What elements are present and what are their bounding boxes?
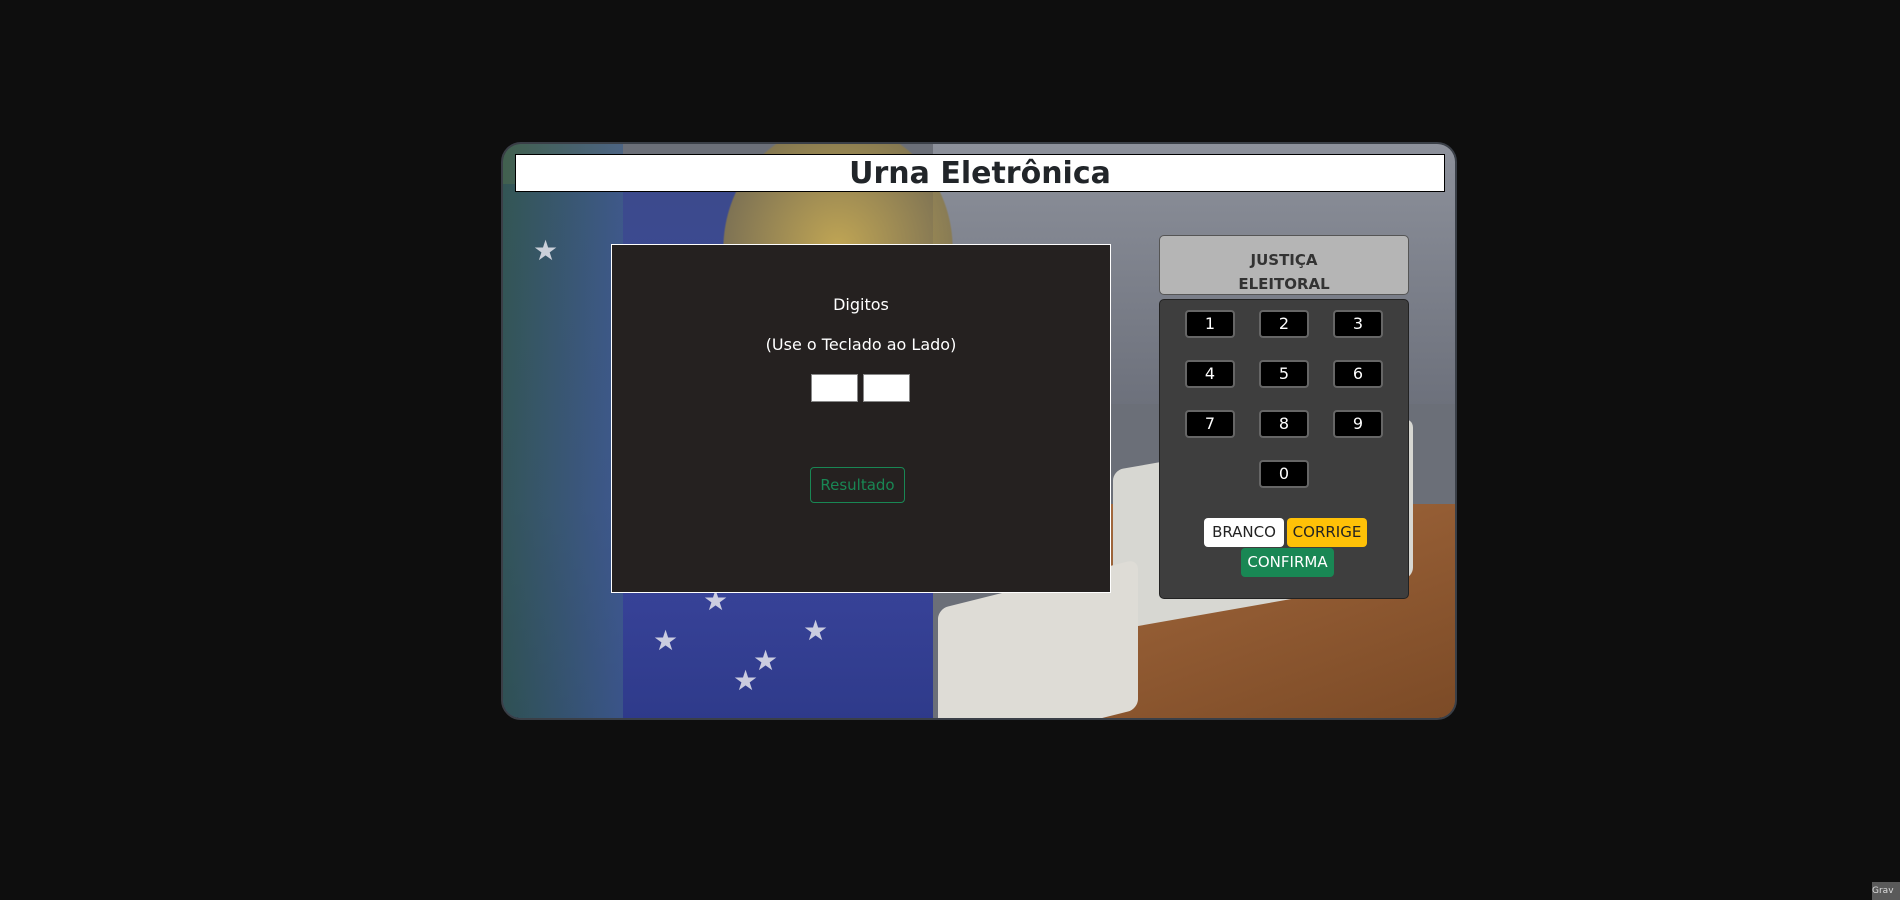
key-1[interactable]: 1 (1185, 310, 1235, 338)
digit-box-2[interactable] (863, 374, 910, 402)
key-6[interactable]: 6 (1333, 360, 1383, 388)
justica-line1: JUSTIÇA (1250, 251, 1318, 269)
key-8[interactable]: 8 (1259, 410, 1309, 438)
star-icon: ★ (733, 664, 759, 697)
key-5[interactable]: 5 (1259, 360, 1309, 388)
confirma-button[interactable]: CONFIRMA (1241, 548, 1334, 577)
justica-eleitoral-panel: JUSTIÇA ELEITORAL (1159, 235, 1409, 295)
page-title: Urna Eletrônica (515, 154, 1445, 192)
corner-overlay: Grav (1872, 882, 1900, 900)
justica-line2: ELEITORAL (1238, 275, 1330, 293)
digits-label: Digitos (833, 295, 889, 314)
voting-screen: Digitos (Use o Teclado ao Lado) Resultad… (611, 244, 1111, 593)
key-0[interactable]: 0 (1259, 460, 1309, 488)
key-3[interactable]: 3 (1333, 310, 1383, 338)
star-icon: ★ (803, 614, 829, 647)
keypad: 1 2 3 4 5 6 7 8 9 0 BRANCO CORRIGE CONFI… (1159, 299, 1409, 599)
voting-machine: ★ ★ ★ ★ ★ ★ ★ Urna Eletrônica Digitos (U… (501, 142, 1457, 720)
key-2[interactable]: 2 (1259, 310, 1309, 338)
key-4[interactable]: 4 (1185, 360, 1235, 388)
keypad-hint: (Use o Teclado ao Lado) (765, 335, 957, 354)
key-7[interactable]: 7 (1185, 410, 1235, 438)
key-9[interactable]: 9 (1333, 410, 1383, 438)
star-icon: ★ (653, 624, 679, 657)
corrige-button[interactable]: CORRIGE (1287, 518, 1367, 547)
star-icon: ★ (533, 234, 559, 267)
resultado-button[interactable]: Resultado (810, 467, 905, 503)
digit-inputs (811, 374, 910, 402)
digit-box-1[interactable] (811, 374, 858, 402)
branco-button[interactable]: BRANCO (1204, 518, 1284, 547)
